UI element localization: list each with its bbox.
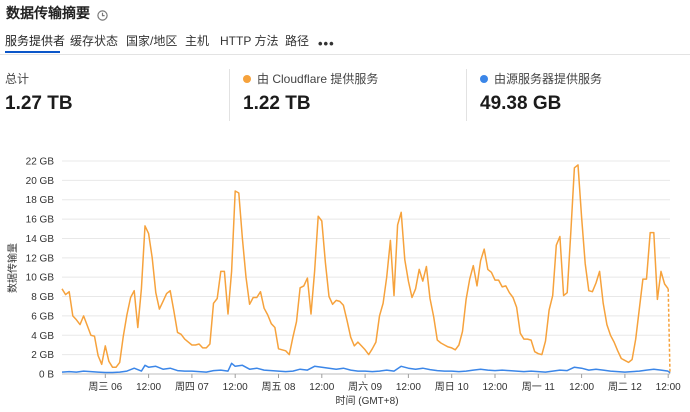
tab-service-provider[interactable]: 服务提供者 [5,32,65,49]
stat-cloudflare-label: 由 Cloudflare 提供服务 [257,72,379,86]
x-tick-label: 周日 10 [435,381,469,393]
chart-series [61,164,671,375]
y-tick-label: 22 GB [26,157,55,168]
tab-http-method[interactable]: HTTP 方法 [220,32,278,49]
stat-origin-value: 49.38 GB [480,93,562,114]
x-tick-label: 12:00 [396,382,421,393]
x-tick-label: 12:00 [482,382,507,393]
y-tick-label: 10 GB [26,273,55,284]
tab-path[interactable]: 路径 [285,32,309,49]
stat-origin-label-row: 由源服务器提供服务 [480,70,602,87]
x-tick-label: 周三 06 [88,381,122,393]
x-tick-label: 12:00 [223,382,248,393]
cloudflare-legend-dot [243,74,251,83]
x-tick-label: 周二 12 [608,381,642,393]
y-axis-label: 数据传输量 [6,243,19,293]
series-line-0 [61,164,669,368]
y-tick-label: 12 GB [26,253,55,264]
stat-cloudflare-value: 1.22 TB [243,93,311,114]
stat-origin-label: 由源服务器提供服务 [494,72,603,86]
x-axis-ticks: 周三 06 12:00 周四 07 12:00 周五 08 12:00 周六 09 12:00… [88,374,681,393]
tab-host[interactable]: 主机 [185,32,209,49]
title-row: 数据传输摘要 [6,4,108,22]
stat-origin: 由源服务器提供服务 49.38 GB [480,70,602,115]
y-tick-label: 8 GB [31,292,54,303]
origin-legend-dot [480,74,488,83]
x-tick-label: 周一 11 [522,381,556,393]
clock-icon[interactable] [97,8,108,21]
y-tick-label: 16 GB [26,215,55,226]
x-tick-label: 12:00 [136,382,161,393]
y-tick-label: 14 GB [26,234,55,245]
y-tick-label: 0 B [39,370,54,381]
divider [229,69,230,121]
y-tick-label: 20 GB [26,176,55,187]
tab-bar: 服务提供者 缓存状态 国家/地区 主机 HTTP 方法 路径 ••• [0,30,690,55]
series-tail-0 [667,288,671,375]
x-tick-label: 12:00 [569,382,594,393]
data-transfer-chart[interactable]: 0 B 2 GB 4 GB 6 GB 8 GB 10 GB 12 GB 14 GB 16 GB 1… [0,150,690,412]
y-tick-label: 2 GB [31,350,54,361]
x-axis-label: 时间 (GMT+8) [335,394,398,407]
page-title: 数据传输摘要 [6,5,90,21]
x-tick-label: 12:00 [656,382,681,393]
stat-total-value: 1.27 TB [5,93,73,114]
x-tick-label: 周六 09 [348,381,382,393]
y-axis-ticks: 0 B 2 GB 4 GB 6 GB 8 GB 10 GB 12 GB 14 GB 16 GB 1… [26,157,55,381]
stat-total: 总计 1.27 TB [5,70,73,115]
x-tick-label: 周四 07 [175,381,209,393]
stat-total-label: 总计 [5,72,30,86]
more-icon[interactable]: ••• [318,36,335,51]
tab-country-region[interactable]: 国家/地区 [126,32,177,49]
y-tick-label: 18 GB [26,195,55,206]
y-tick-label: 4 GB [31,331,54,342]
series-line-1 [61,362,669,374]
y-tick-label: 6 GB [31,311,54,322]
x-tick-label: 12:00 [309,382,334,393]
active-tab-indicator [5,51,60,53]
stat-cloudflare: 由 Cloudflare 提供服务 1.22 TB [243,70,378,115]
stat-cloudflare-label-row: 由 Cloudflare 提供服务 [243,70,378,87]
x-tick-label: 周五 08 [262,381,296,393]
tab-cache-status[interactable]: 缓存状态 [70,32,118,49]
divider [466,69,467,121]
